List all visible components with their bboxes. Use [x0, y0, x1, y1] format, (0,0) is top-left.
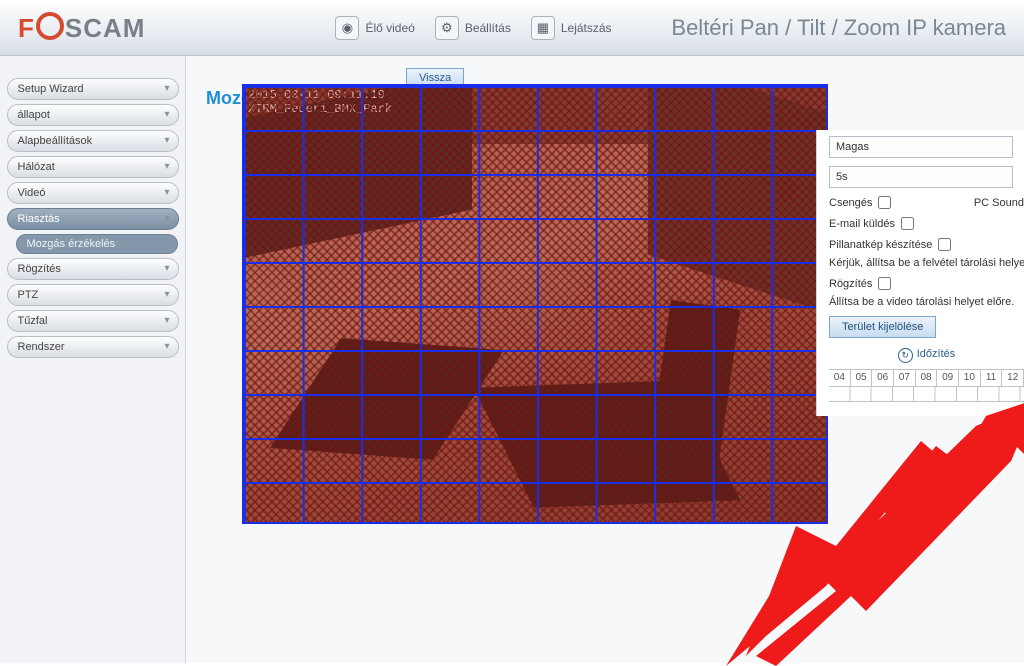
calendar-icon: ▦ — [531, 16, 555, 40]
sidebar-item-status[interactable]: állapot — [7, 104, 179, 126]
tab-settings-label: Beállítás — [465, 21, 511, 35]
main-tabs: ◉ Élő videó ⚙ Beállítás ▦ Lejátszás — [335, 16, 611, 40]
sidebar-item-setup-wizard[interactable]: Setup Wizard — [7, 78, 179, 100]
refresh-icon[interactable]: ↻ — [898, 348, 913, 363]
tab-playback-label: Lejátszás — [561, 21, 612, 35]
schedule-heading: ↻ Időzítés — [829, 348, 1024, 363]
logo: F SCAM — [18, 12, 145, 44]
record-label: Rögzítés — [829, 278, 872, 290]
camera-icon: ◉ — [335, 16, 359, 40]
schedule-hour-header: 04 05 06 07 08 09 10 11 12 — [829, 369, 1024, 387]
sidebar-subitem-motion[interactable]: Mozgás érzékelés — [16, 234, 178, 254]
snapshot-checkbox[interactable] — [938, 238, 951, 251]
hour-08[interactable]: 08 — [916, 370, 938, 387]
motion-area-editor[interactable]: 2015-03-11 09:11:19 XTRM_Federi_BMX_Park — [242, 84, 828, 524]
tab-settings[interactable]: ⚙ Beállítás — [435, 16, 511, 40]
ring-label: Csengés — [829, 197, 872, 209]
hour-05[interactable]: 05 — [851, 370, 873, 387]
gear-icon: ⚙ — [435, 16, 459, 40]
hour-12[interactable]: 12 — [1002, 370, 1024, 387]
sidebar-item-alarm[interactable]: Riasztás — [7, 208, 179, 230]
ring-checkbox[interactable] — [878, 196, 891, 209]
top-bar: F SCAM ◉ Élő videó ⚙ Beállítás ▦ Lejátszá… — [0, 0, 1024, 56]
hour-11[interactable]: 11 — [981, 370, 1003, 387]
select-area-button[interactable]: Terület kijelölése — [829, 316, 936, 338]
pcsound-label: PC Sound — [974, 197, 1024, 209]
tab-playback[interactable]: ▦ Lejátszás — [531, 16, 612, 40]
hour-04[interactable]: 04 — [829, 370, 851, 387]
content-area: Mozg Vissza 2015-03-11 09:11:19 XTRM_Fed… — [186, 56, 1024, 663]
hour-10[interactable]: 10 — [959, 370, 981, 387]
logo-text-scam: SCAM — [65, 13, 146, 43]
sidebar-item-network[interactable]: Hálózat — [7, 156, 179, 178]
sidebar-item-video[interactable]: Videó — [7, 182, 179, 204]
tab-live-video[interactable]: ◉ Élő videó — [335, 16, 414, 40]
snapshot-hint: Kérjük, állítsa be a felvétel tárolási h… — [829, 257, 1024, 269]
email-checkbox[interactable] — [901, 217, 914, 230]
camera-title: Beltéri Pan / Tilt / Zoom IP kamera — [671, 15, 1006, 41]
record-hint: Állítsa be a video tárolási helyet előre… — [829, 296, 1014, 308]
sidebar-item-system[interactable]: Rendszer — [7, 336, 179, 358]
sidebar-item-ptz[interactable]: PTZ — [7, 284, 179, 306]
schedule-label: Időzítés — [917, 348, 956, 363]
sidebar-item-firewall[interactable]: Tűzfal — [7, 310, 179, 332]
record-checkbox[interactable] — [878, 277, 891, 290]
logo-o-icon — [36, 12, 64, 40]
sensitivity-select[interactable]: Magas — [829, 136, 1013, 158]
sidebar: Setup Wizard állapot Alapbeállítások Hál… — [0, 56, 186, 663]
schedule-row[interactable] — [829, 387, 1024, 402]
motion-settings-panel: Magas 5s Csengés PC Sound E-mail küldés … — [816, 130, 1024, 416]
sidebar-item-basic[interactable]: Alapbeállítások — [7, 130, 179, 152]
hour-06[interactable]: 06 — [872, 370, 894, 387]
detection-grid — [242, 84, 828, 524]
snapshot-label: Pillanatkép készítése — [829, 239, 932, 251]
hour-09[interactable]: 09 — [937, 370, 959, 387]
logo-letter-f: F — [18, 13, 35, 43]
interval-select[interactable]: 5s — [829, 166, 1013, 188]
hour-07[interactable]: 07 — [894, 370, 916, 387]
tab-live-label: Élő videó — [365, 21, 414, 35]
email-label: E-mail küldés — [829, 218, 895, 230]
sidebar-item-record[interactable]: Rögzítés — [7, 258, 179, 280]
